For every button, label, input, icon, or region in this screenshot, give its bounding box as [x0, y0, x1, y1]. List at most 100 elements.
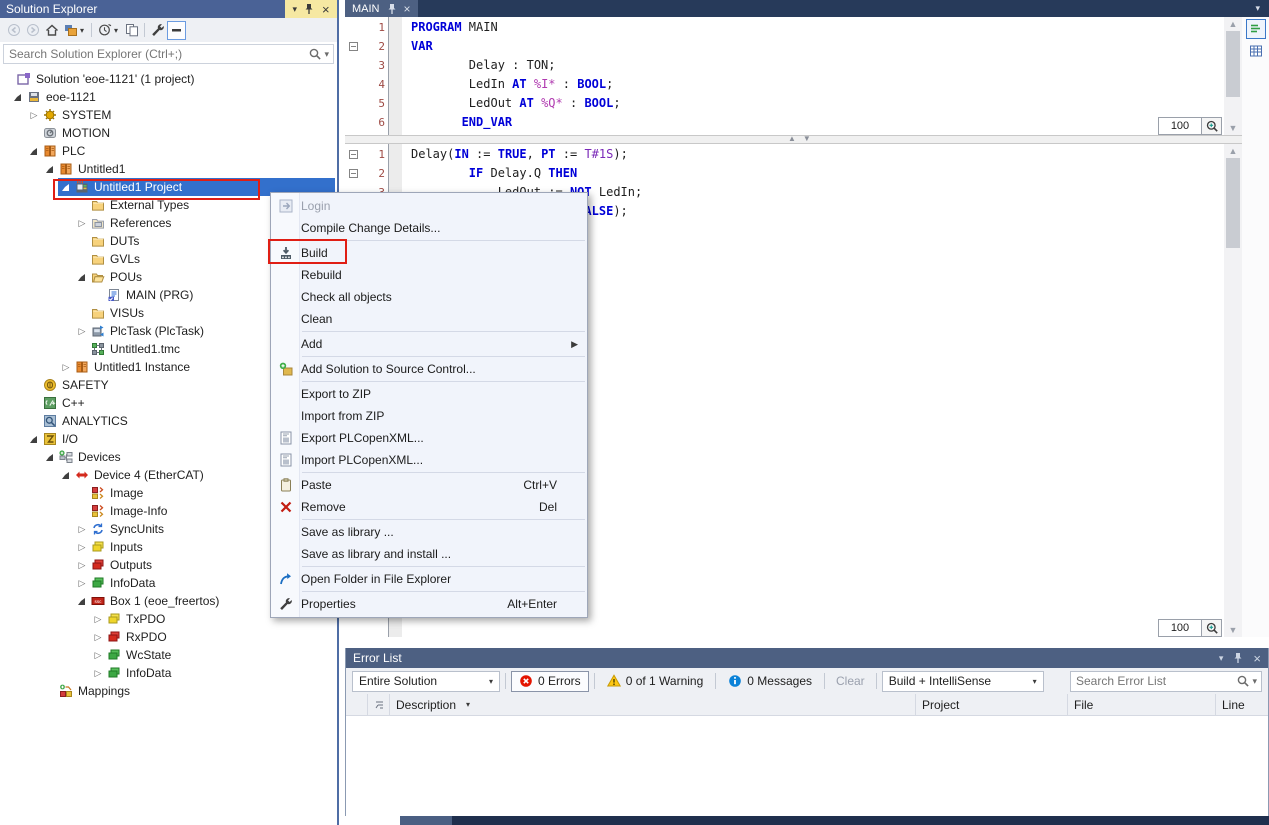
- expand-arrow-icon[interactable]: ▷: [74, 524, 90, 535]
- warnings-filter-button[interactable]: 0 of 1 Warning: [600, 671, 711, 692]
- horizontal-scrollbar[interactable]: [400, 816, 1269, 825]
- expand-arrow-icon[interactable]: ▷: [90, 668, 106, 679]
- expand-arrow-icon[interactable]: ▷: [26, 110, 42, 121]
- fold-collapse-icon[interactable]: [345, 42, 361, 51]
- scope-dropdown[interactable]: Entire Solution ▾: [352, 671, 500, 692]
- collapse-arrow-icon[interactable]: [42, 166, 58, 173]
- expand-arrow-icon[interactable]: ▷: [74, 578, 90, 589]
- splitter-arrows[interactable]: ▲▼: [788, 134, 811, 143]
- textual-view-icon[interactable]: [1246, 19, 1266, 39]
- expand-arrow-icon[interactable]: ▷: [74, 560, 90, 571]
- column-line[interactable]: Line: [1216, 694, 1268, 715]
- menu-item-compile-change-details[interactable]: Compile Change Details...: [271, 217, 587, 239]
- tree-item-rxpdo[interactable]: ▷RxPDO: [90, 628, 335, 646]
- menu-item-build[interactable]: Build: [271, 242, 587, 264]
- column-description[interactable]: Description ▾: [390, 694, 916, 715]
- code-line[interactable]: 2 IF Delay.Q THEN: [345, 164, 1224, 183]
- collapse-arrow-icon[interactable]: [26, 148, 42, 155]
- collapse-arrow-icon[interactable]: [26, 436, 42, 443]
- pending-changes-caret-icon[interactable]: ▾: [114, 26, 122, 35]
- menu-item-open-folder-in-file-explorer[interactable]: Open Folder in File Explorer: [271, 568, 587, 590]
- search-icon[interactable]: [1236, 674, 1250, 688]
- tree-item-infodata[interactable]: ▷InfoData: [90, 664, 335, 682]
- close-icon[interactable]: ×: [322, 3, 330, 16]
- switch-views-button[interactable]: [61, 21, 80, 40]
- expand-arrow-icon[interactable]: ▷: [90, 632, 106, 643]
- collapse-arrow-icon[interactable]: [74, 274, 90, 281]
- scroll-up-icon[interactable]: ▲: [1224, 17, 1242, 31]
- menu-item-add[interactable]: Add▶: [271, 333, 587, 355]
- expand-arrow-icon[interactable]: ▷: [90, 614, 106, 625]
- menu-item-export-to-zip[interactable]: Export to ZIP: [271, 383, 587, 405]
- pin-icon[interactable]: [304, 3, 314, 15]
- menu-item-login[interactable]: Login: [271, 195, 587, 217]
- code-line[interactable]: 4 LedIn AT %I* : BOOL;: [345, 75, 1224, 94]
- tree-item-motion[interactable]: MOTION: [26, 124, 335, 142]
- pending-changes-filter-button[interactable]: [95, 21, 114, 40]
- clear-button[interactable]: Clear: [830, 674, 871, 688]
- code-line[interactable]: 6 END_VAR: [345, 113, 1224, 132]
- tree-item-wcstate[interactable]: ▷WcState: [90, 646, 335, 664]
- search-error-list-input[interactable]: [1071, 674, 1236, 688]
- menu-item-remove[interactable]: RemoveDel: [271, 496, 587, 518]
- expand-arrow-icon[interactable]: ▷: [74, 542, 90, 553]
- close-icon[interactable]: ×: [1253, 652, 1261, 665]
- zoom-level-top[interactable]: 100: [1158, 117, 1202, 135]
- column-file[interactable]: File: [1068, 694, 1216, 715]
- code-line[interactable]: 1Delay(IN := TRUE, PT := T#1S);: [345, 145, 1224, 164]
- window-position-menu-icon[interactable]: ▾: [1219, 654, 1224, 663]
- zoom-magnifier-icon[interactable]: [1202, 619, 1222, 637]
- expand-arrow-icon[interactable]: ▷: [58, 362, 74, 373]
- tree-item-system[interactable]: ▷SYSTEM: [26, 106, 335, 124]
- tab-main[interactable]: MAIN ×: [345, 0, 418, 17]
- home-button[interactable]: [42, 21, 61, 40]
- scroll-down-icon[interactable]: ▼: [1224, 623, 1242, 637]
- tree-item-untitled1[interactable]: Untitled1: [42, 160, 335, 178]
- search-icon[interactable]: [308, 47, 322, 61]
- scrollbar-thumb[interactable]: [1226, 158, 1240, 248]
- menu-item-save-as-library-and-install[interactable]: Save as library and install ...: [271, 543, 587, 565]
- column-project[interactable]: Project: [916, 694, 1068, 715]
- pin-icon[interactable]: [1233, 652, 1243, 664]
- zoom-magnifier-icon[interactable]: [1202, 117, 1222, 135]
- splitter-down-icon[interactable]: ▼: [803, 134, 811, 143]
- splitter-up-icon[interactable]: ▲: [788, 134, 796, 143]
- menu-item-import-plcopenxml[interactable]: Import PLCopenXML...: [271, 449, 587, 471]
- code-line[interactable]: 5 LedOut AT %Q* : BOOL;: [345, 94, 1224, 113]
- pane-splitter[interactable]: ▲▼: [345, 135, 1269, 144]
- expand-arrow-icon[interactable]: ▷: [74, 218, 90, 229]
- code-line[interactable]: 3 Delay : TON;: [345, 56, 1224, 75]
- scrollbar-track[interactable]: [1224, 31, 1242, 121]
- menu-item-save-as-library[interactable]: Save as library ...: [271, 521, 587, 543]
- scrollbar-track[interactable]: [1224, 158, 1242, 623]
- collapse-arrow-icon[interactable]: [42, 454, 58, 461]
- collapse-arrow-icon[interactable]: [74, 598, 90, 605]
- menu-item-export-plcopenxml[interactable]: Export PLCopenXML...: [271, 427, 587, 449]
- declaration-scrollbar[interactable]: ▲ ▼: [1224, 17, 1242, 135]
- search-options-caret-icon[interactable]: ▾: [1252, 677, 1257, 686]
- back-button[interactable]: [4, 21, 23, 40]
- source-dropdown[interactable]: Build + IntelliSense ▾: [882, 671, 1044, 692]
- collapse-arrow-icon[interactable]: [58, 184, 74, 191]
- messages-filter-button[interactable]: 0 Messages: [721, 671, 819, 692]
- search-options-caret-icon[interactable]: ▾: [324, 50, 329, 59]
- menu-item-rebuild[interactable]: Rebuild: [271, 264, 587, 286]
- severity-filter-icon[interactable]: [368, 694, 390, 715]
- code-line[interactable]: 1PROGRAM MAIN: [345, 18, 1224, 37]
- tree-item-solution-eoe-1121-1-project[interactable]: Solution 'eoe-1121' (1 project): [0, 70, 335, 88]
- search-input[interactable]: [4, 47, 308, 61]
- tree-item-eoe-1121[interactable]: eoe-1121: [10, 88, 335, 106]
- tab-list-chevron-down-icon[interactable]: ▾: [1255, 3, 1260, 14]
- switch-views-caret-icon[interactable]: ▾: [80, 26, 88, 35]
- menu-item-import-from-zip[interactable]: Import from ZIP: [271, 405, 587, 427]
- forward-button[interactable]: [23, 21, 42, 40]
- implementation-scrollbar[interactable]: ▲ ▼: [1224, 144, 1242, 637]
- horizontal-scrollbar-thumb[interactable]: [400, 816, 452, 825]
- errors-filter-button[interactable]: 0 Errors: [511, 671, 589, 692]
- window-position-menu-icon[interactable]: ▾: [292, 5, 297, 14]
- menu-item-check-all-objects[interactable]: Check all objects: [271, 286, 587, 308]
- zoom-level-bottom[interactable]: 100: [1158, 619, 1202, 637]
- preview-selected-items-toggle[interactable]: [167, 21, 186, 40]
- properties-button[interactable]: [148, 21, 167, 40]
- tree-item-plc[interactable]: PLC: [26, 142, 335, 160]
